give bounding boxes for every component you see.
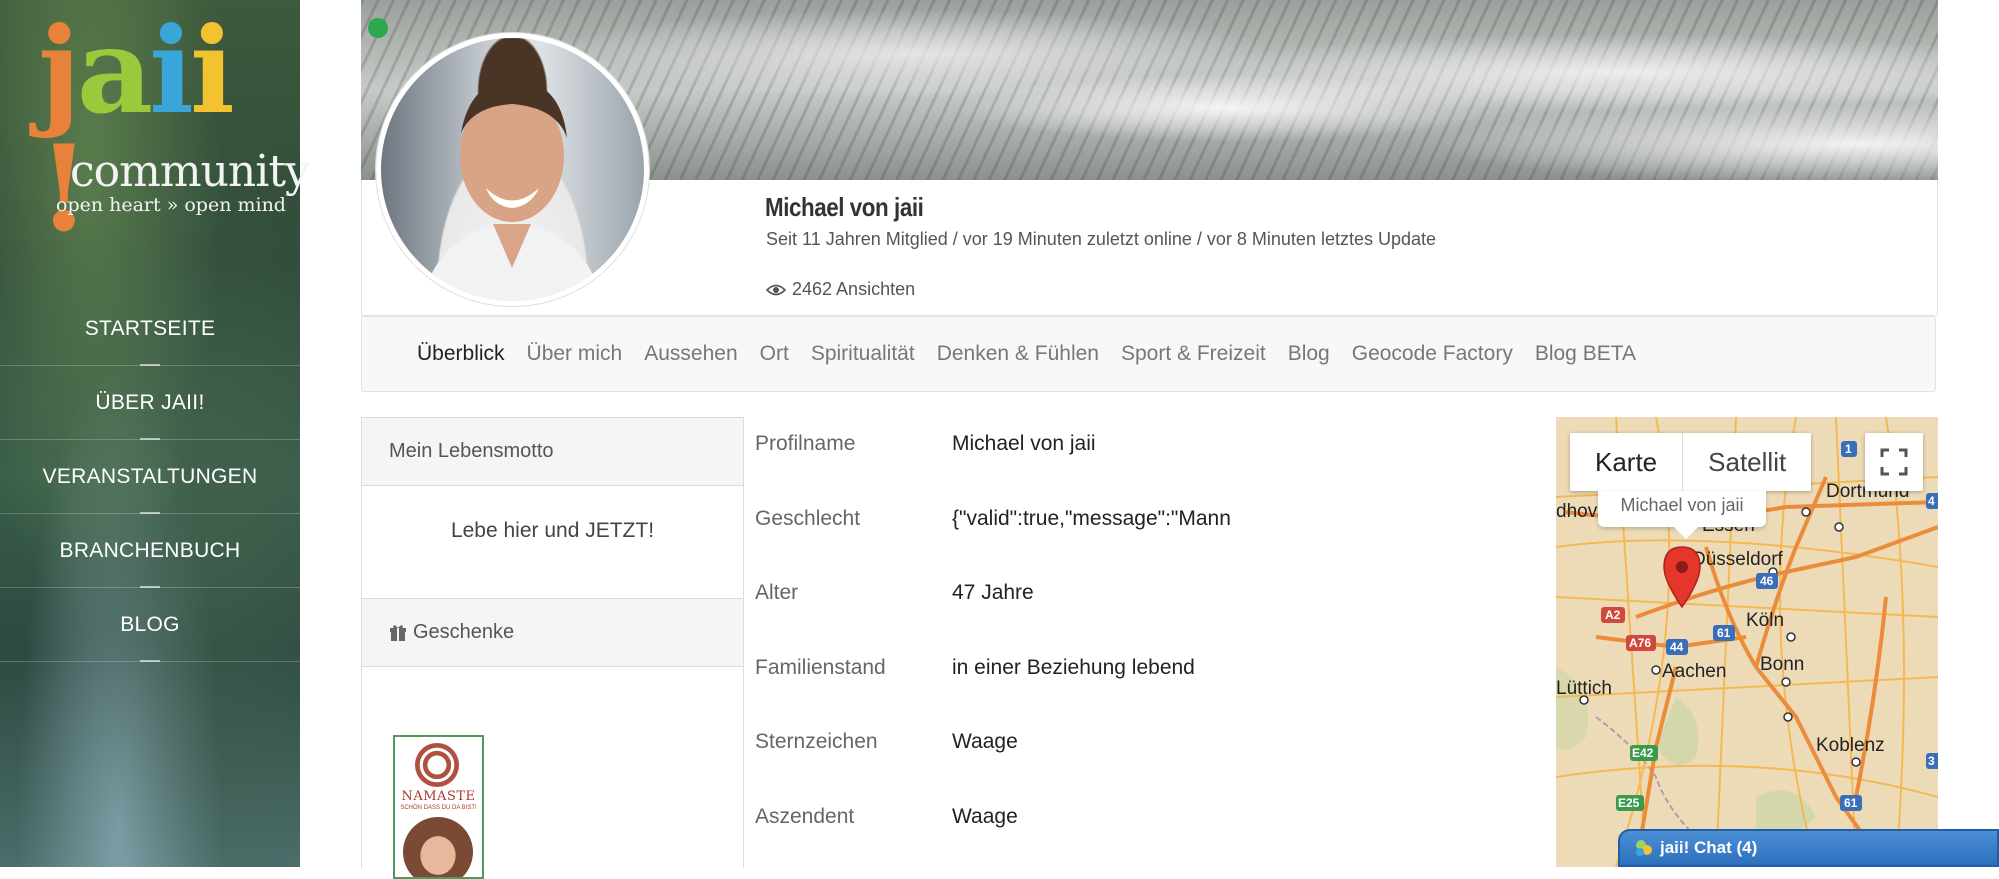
nav-item-blog[interactable]: BLOG bbox=[0, 588, 300, 662]
profile-meta: Seit 11 Jahren Mitglied / vor 19 Minuten… bbox=[766, 229, 1437, 249]
svg-text:61: 61 bbox=[1717, 626, 1731, 640]
nav-item-startseite[interactable]: STARTSEITE bbox=[0, 292, 300, 366]
detail-label: Familienstand bbox=[755, 655, 886, 679]
logo-letter: a bbox=[76, 1, 153, 140]
logo-letter: i bbox=[149, 1, 194, 140]
detail-label: Sternzeichen bbox=[755, 730, 878, 753]
main-nav: STARTSEITE ÜBER JAII! VERANSTALTUNGEN BR… bbox=[0, 292, 300, 662]
chat-bar[interactable]: jaii! Chat (4) bbox=[1618, 829, 1999, 867]
gift-card-subtitle: SCHÖN DASS DU DA BIST! bbox=[400, 805, 477, 811]
detail-value: Waage bbox=[952, 804, 1018, 828]
tab-ueber-mich[interactable]: Über mich bbox=[527, 342, 623, 366]
tab-spiritualitaet[interactable]: Spiritualität bbox=[811, 342, 915, 366]
svg-text:A76: A76 bbox=[1629, 636, 1651, 650]
map-type-satellit-button[interactable]: Satellit bbox=[1682, 433, 1811, 491]
profile-avatar[interactable] bbox=[376, 33, 649, 306]
online-status-dot bbox=[368, 18, 388, 38]
map-label-aachen: Aachen bbox=[1662, 661, 1726, 682]
detail-value: {"valid":true,"message":"Mann bbox=[952, 506, 1231, 530]
map-marker-icon[interactable] bbox=[1662, 545, 1702, 609]
map-label-luettich: Lüttich bbox=[1556, 678, 1612, 699]
svg-text:E25: E25 bbox=[1618, 796, 1640, 810]
chat-icon bbox=[1636, 840, 1652, 856]
tab-blog-beta[interactable]: Blog BETA bbox=[1535, 342, 1636, 366]
motto-heading: Mein Lebensmotto bbox=[362, 418, 743, 486]
tab-ort[interactable]: Ort bbox=[760, 342, 789, 366]
tab-sport-freizeit[interactable]: Sport & Freizeit bbox=[1121, 342, 1266, 366]
map-pin-icon bbox=[1663, 546, 1701, 609]
detail-row-geschlecht: Geschlecht {"valid":true,"message":"Mann bbox=[755, 493, 1515, 568]
views-count: 2462 Ansichten bbox=[792, 279, 916, 299]
tab-blog[interactable]: Blog bbox=[1288, 342, 1330, 366]
avatar-portrait bbox=[421, 79, 603, 301]
fullscreen-icon bbox=[1880, 448, 1908, 476]
chat-label: jaii! Chat (4) bbox=[1660, 838, 1758, 857]
gift-card-portrait bbox=[403, 817, 473, 877]
svg-text:44: 44 bbox=[1670, 640, 1684, 654]
detail-label: Aszendent bbox=[755, 804, 855, 828]
logo-tagline: open heart » open mind bbox=[56, 194, 286, 216]
location-map[interactable]: Dortmund Essen Düsseldorf Köln Bonn Aach… bbox=[1556, 417, 1938, 867]
map-type-karte-button[interactable]: Karte bbox=[1570, 433, 1682, 491]
detail-value: Michael von jaii bbox=[952, 432, 1096, 455]
tab-aussehen[interactable]: Aussehen bbox=[644, 342, 737, 366]
gifts-heading-label: Geschenke bbox=[413, 621, 515, 643]
gifts-heading: Geschenke bbox=[362, 599, 743, 667]
map-type-control: Karte Satellit bbox=[1570, 433, 1812, 491]
map-label-koblenz: Koblenz bbox=[1816, 735, 1885, 756]
tab-geocode-factory[interactable]: Geocode Factory bbox=[1352, 342, 1513, 366]
detail-value: Waage bbox=[952, 730, 1018, 753]
svg-text:E42: E42 bbox=[1632, 746, 1654, 760]
motto-panel: Mein Lebensmotto Lebe hier und JETZT! bbox=[361, 417, 744, 599]
svg-text:A2: A2 bbox=[1605, 608, 1621, 622]
svg-text:3: 3 bbox=[1928, 754, 1935, 768]
profile-tabs: Überblick Über mich Aussehen Ort Spiritu… bbox=[361, 316, 1936, 392]
tab-ueberblick[interactable]: Überblick bbox=[417, 342, 505, 366]
detail-label: Geschlecht bbox=[755, 506, 861, 530]
eye-icon bbox=[766, 284, 786, 295]
detail-value: in einer Beziehung lebend bbox=[952, 655, 1195, 679]
map-label-bonn: Bonn bbox=[1760, 654, 1804, 675]
detail-row-familienstand: Familienstand in einer Beziehung lebend bbox=[755, 642, 1515, 717]
gift-emblem-icon bbox=[415, 743, 459, 787]
motto-text: Lebe hier und JETZT! bbox=[450, 519, 655, 542]
map-label-duesseldorf: Düsseldorf bbox=[1692, 549, 1784, 570]
nav-item-branchenbuch[interactable]: BRANCHENBUCH bbox=[0, 514, 300, 588]
gift-card-title: NAMASTE bbox=[401, 789, 476, 804]
svg-text:1: 1 bbox=[1845, 442, 1852, 456]
tab-denken-fuehlen[interactable]: Denken & Fühlen bbox=[937, 342, 1099, 366]
map-info-window: Michael von jaii bbox=[1598, 491, 1766, 539]
detail-row-sternzeichen: Sternzeichen Waage bbox=[755, 716, 1515, 791]
gift-icon bbox=[390, 624, 406, 641]
fullscreen-button[interactable] bbox=[1865, 433, 1923, 491]
gift-card-namaste[interactable]: NAMASTE SCHÖN DASS DU DA BIST! bbox=[393, 735, 484, 879]
map-label-koeln: Köln bbox=[1746, 610, 1784, 631]
svg-text:61: 61 bbox=[1844, 796, 1858, 810]
jaii-logo[interactable]: jaii! community open heart » open mind bbox=[38, 12, 310, 248]
logo-letter: j bbox=[38, 1, 81, 140]
profile-details: Profilname Michael von jaii Geschlecht {… bbox=[755, 418, 1515, 865]
profile-views: 2462 Ansichten bbox=[766, 279, 915, 300]
detail-label: Profilname bbox=[755, 432, 856, 455]
detail-row-profilname: Profilname Michael von jaii bbox=[755, 418, 1515, 493]
detail-value: 47 Jahre bbox=[952, 581, 1034, 604]
detail-row-aszendent: Aszendent Waage bbox=[755, 791, 1515, 866]
nav-item-veranstaltungen[interactable]: VERANSTALTUNGEN bbox=[0, 440, 300, 514]
svg-text:46: 46 bbox=[1760, 574, 1774, 588]
svg-text:4: 4 bbox=[1928, 494, 1935, 508]
profile-name: Michael von jaii bbox=[765, 192, 924, 222]
logo-community-text: community bbox=[70, 146, 310, 197]
logo-letter: i bbox=[190, 1, 235, 140]
nav-item-ueber-jaii[interactable]: ÜBER JAII! bbox=[0, 366, 300, 440]
detail-label: Alter bbox=[755, 581, 799, 604]
detail-row-alter: Alter 47 Jahre bbox=[755, 567, 1515, 642]
sidebar: jaii! community open heart » open mind S… bbox=[0, 0, 310, 867]
